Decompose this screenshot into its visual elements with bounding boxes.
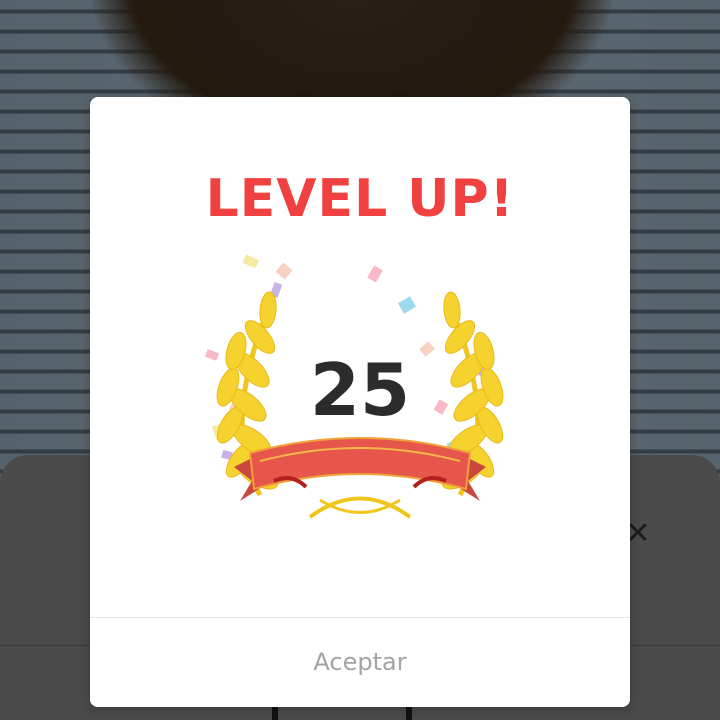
screen: ✕ LEVEL UP! 25 Aceptar [0,0,720,720]
ribbon-icon [234,437,486,501]
level-number: 25 [309,348,411,432]
level-up-dialog: LEVEL UP! 25 Aceptar [90,97,630,707]
level-up-title: LEVEL UP! [205,169,515,229]
accept-button[interactable]: Aceptar [90,618,630,707]
